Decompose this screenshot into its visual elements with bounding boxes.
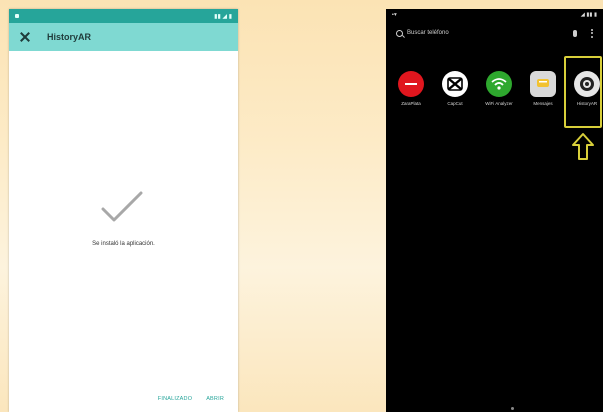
installer-screen: ▮▮ ◢ ▮ HistoryAR Se instaló la aplicació…	[9, 9, 238, 412]
capcut-icon	[442, 71, 468, 97]
status-right-icons: ◢ ▮▮ ▮	[580, 12, 597, 18]
home-indicator	[511, 407, 514, 410]
wifi-icon	[486, 71, 512, 97]
app-item-capcut[interactable]: CapCut	[440, 71, 470, 106]
messages-icon	[530, 71, 556, 97]
app-label: Mensajes	[533, 101, 553, 106]
app-title: HistoryAR	[47, 32, 92, 42]
install-message: Se instaló la aplicación.	[92, 241, 155, 247]
more-options-icon[interactable]	[591, 28, 593, 38]
app-item-wifi[interactable]: WiFi Analyzer	[484, 71, 514, 106]
toolbar: HistoryAR	[9, 23, 238, 51]
open-button[interactable]: ABRIR	[206, 396, 224, 402]
checkmark-icon	[101, 191, 143, 222]
notification-icon	[15, 14, 19, 18]
app-item-zaraplata[interactable]: ZaraPlata	[396, 71, 426, 106]
app-drawer-screen: ▪▾ ◢ ▮▮ ▮ Buscar teléfono ZaraPlata CapC…	[386, 9, 603, 412]
app-item-messages[interactable]: Mensajes	[528, 71, 558, 106]
red-circle-app-icon	[398, 71, 424, 97]
status-icons: ▮▮ ◢ ▮	[214, 13, 232, 20]
status-bar: ▮▮ ◢ ▮	[9, 9, 238, 23]
app-label: CapCut	[447, 101, 463, 106]
app-label: WiFi Analyzer	[485, 101, 513, 106]
app-search-bar[interactable]: Buscar teléfono	[386, 21, 603, 45]
highlight-frame	[564, 56, 602, 128]
status-left-icons: ▪▾	[392, 12, 397, 18]
up-arrow-icon	[572, 133, 594, 160]
mic-icon[interactable]	[573, 29, 577, 37]
app-label: ZaraPlata	[401, 101, 421, 106]
done-button[interactable]: FINALIZADO	[158, 396, 192, 402]
action-bar: FINALIZADO ABRIR	[158, 396, 224, 402]
status-bar: ▪▾ ◢ ▮▮ ▮	[386, 9, 603, 21]
close-icon[interactable]	[19, 31, 31, 43]
search-icon	[396, 29, 403, 37]
search-placeholder: Buscar teléfono	[407, 30, 449, 36]
